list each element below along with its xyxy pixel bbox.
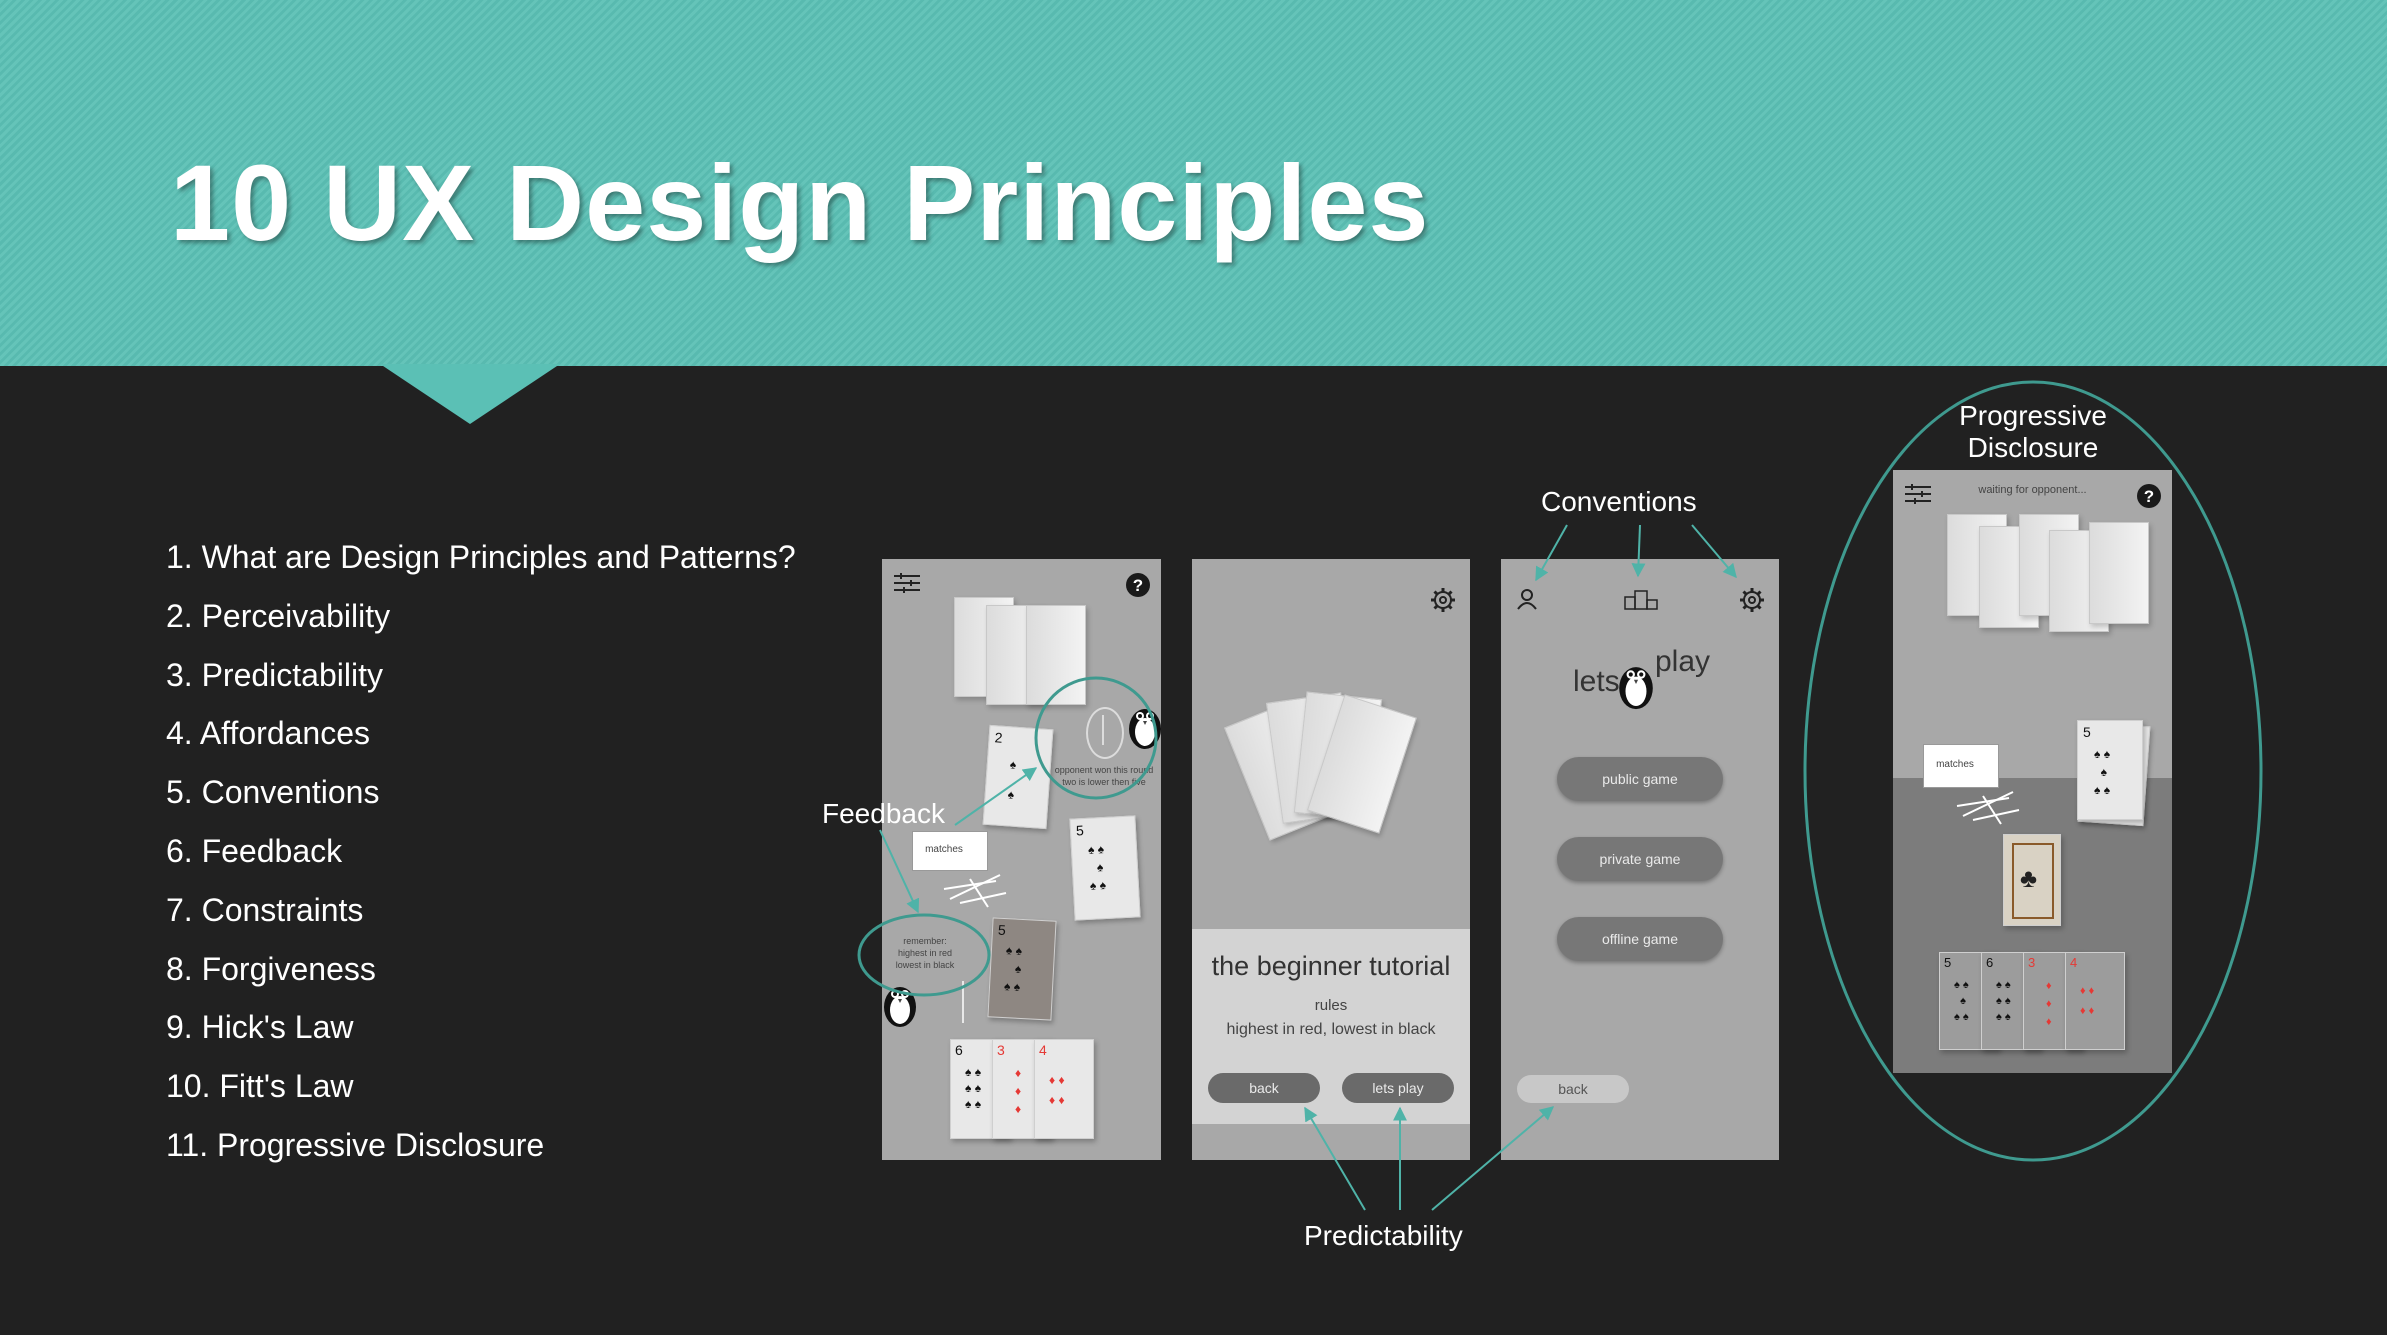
conventions-arrow bbox=[1535, 524, 1568, 582]
feedback-arrow bbox=[954, 767, 1038, 826]
annotation-overlay bbox=[857, 380, 2263, 1211]
predictability-arrow bbox=[1431, 1106, 1555, 1211]
predictability-label: Predictability bbox=[1304, 1220, 1463, 1251]
conventions-arrow bbox=[1691, 524, 1737, 579]
feedback-arrow bbox=[879, 829, 920, 914]
predictability-arrow bbox=[1304, 1106, 1366, 1211]
progressive-disclosure-ellipse bbox=[1803, 380, 2263, 1162]
progressive-disclosure-line1: Progressive bbox=[1959, 400, 2107, 431]
conventions-label: Conventions bbox=[1541, 486, 1697, 517]
feedback-circle bbox=[1034, 676, 1158, 800]
feedback-circle bbox=[857, 913, 991, 997]
conventions-arrow bbox=[1631, 524, 1646, 578]
progressive-disclosure-line2: Disclosure bbox=[1967, 432, 2099, 463]
feedback-label: Feedback bbox=[822, 798, 945, 829]
progressive-disclosure-label: Progressive Disclosure bbox=[1933, 400, 2133, 464]
